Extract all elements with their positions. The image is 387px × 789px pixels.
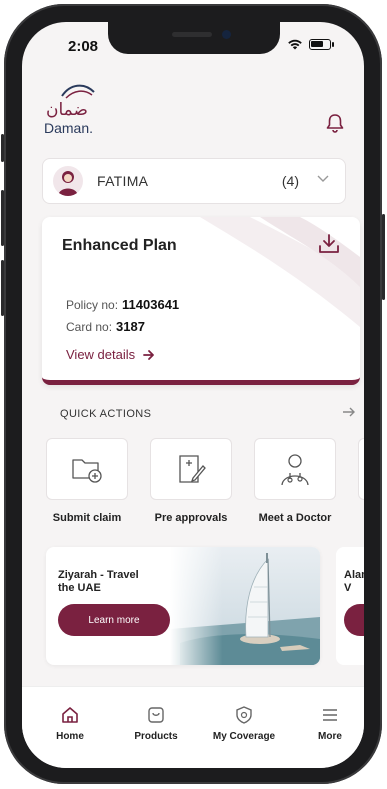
plan-title: Enhanced Plan [62,237,177,254]
card-value: 3187 [116,319,145,334]
view-details-link[interactable]: View details [66,347,155,362]
notch [108,22,280,54]
promo-title: Ziyarah - Travel the UAE [58,569,139,594]
chevron-down-icon[interactable] [317,175,329,183]
promo-title: Alam the V [344,569,364,594]
quick-action-box [358,438,364,500]
quick-action-label: Pre approvals [154,512,228,524]
tab-more[interactable]: More [290,705,364,742]
quick-action-submit-claim[interactable]: Submit claim [46,438,128,524]
arrow-right-icon [143,349,155,360]
quick-action-partial[interactable]: Fi [358,438,364,524]
quick-actions-header: QUICK ACTIONS [60,408,152,420]
tab-label: Home [56,731,84,742]
bell-icon[interactable] [324,112,346,134]
doctor-icon [281,454,309,486]
speaker-grille [172,32,212,37]
member-count: (4) [281,173,299,189]
tab-label: More [318,731,342,742]
tab-products[interactable]: Products [116,705,196,742]
quick-actions-arrow-icon[interactable] [342,406,356,418]
bag-icon [148,707,164,723]
quick-actions-row: Submit claim Pre approvals Meet a Doctor [46,438,364,524]
menu-icon [323,709,337,721]
logo-english-text: Daman. [44,120,94,136]
member-selector[interactable]: FATIMA (4) [42,158,346,204]
quick-action-label: Meet a Doctor [258,512,332,524]
tab-label: My Coverage [212,731,276,742]
person-icon [58,171,78,196]
daman-logo: ضمان Daman. [42,80,112,136]
battery-tip [332,41,334,47]
volume-down-button [1,260,4,316]
quick-action-label: Submit claim [52,512,122,524]
front-camera [222,30,231,39]
tab-my-coverage[interactable]: My Coverage [204,705,284,742]
card-label: Card no: [66,320,113,334]
promo-card-ziyarah[interactable]: Ziyarah - Travel the UAE Learn more [46,547,320,665]
card-number: Card no: 3187 [66,319,145,334]
download-icon[interactable] [318,233,340,255]
phone-frame: 2:08 ضمان Daman. FATIMA (4) Enhanced Pla… [1,4,385,784]
home-icon [62,707,78,723]
quick-action-box [46,438,128,500]
learn-more-button[interactable] [344,604,364,636]
logo-arabic-text: ضمان [46,100,88,120]
status-time: 2:08 [68,38,99,55]
folder-add-icon [72,459,102,483]
logo-swoosh-icon [61,84,95,99]
quick-action-box [150,438,232,500]
policy-number: Policy no: 11403641 [66,297,179,312]
view-details-label: View details [66,347,136,362]
quick-action-meet-doctor[interactable]: Meet a Doctor [254,438,336,524]
burj-al-arab-image [170,547,320,665]
quick-action-box [254,438,336,500]
shield-icon [236,706,252,724]
document-edit-icon [179,455,206,483]
status-icons [287,38,334,50]
bottom-tab-bar: Home Products My Coverage More [22,686,364,768]
policy-label: Policy no: [66,298,119,312]
app-screen: 2:08 ضمان Daman. FATIMA (4) Enhanced Pla… [22,22,364,768]
tab-home[interactable]: Home [30,705,110,742]
battery-icon [309,38,331,50]
volume-up-button [1,190,4,246]
promo-card-partial[interactable]: Alam the V [336,547,364,665]
mute-switch [1,134,4,162]
tab-label: Products [134,731,178,742]
member-name: FATIMA [97,173,149,189]
learn-more-button[interactable]: Learn more [58,604,170,636]
plan-card[interactable]: Enhanced Plan Policy no: 11403641 Card no… [42,217,360,385]
avatar [53,166,83,196]
wifi-icon [288,39,302,50]
power-button [382,214,385,300]
policy-value: 11403641 [122,297,180,312]
quick-action-pre-approvals[interactable]: Pre approvals [150,438,232,524]
